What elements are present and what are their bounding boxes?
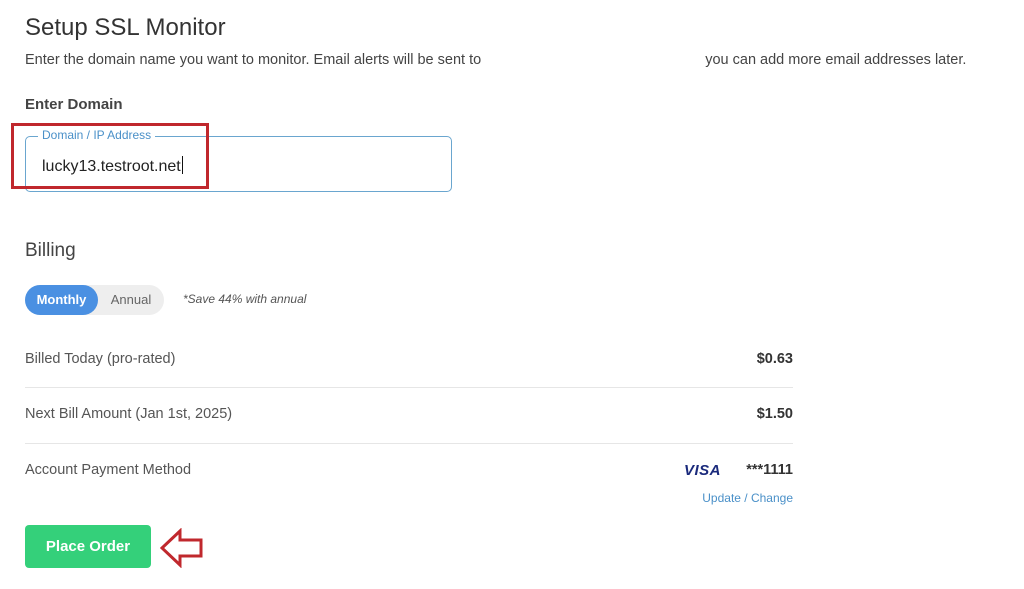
update-payment-link[interactable]: Update / Change: [702, 491, 793, 505]
next-bill-label: Next Bill Amount (Jan 1st, 2025): [25, 406, 233, 422]
intro-text-before: Enter the domain name you want to monito…: [25, 52, 482, 68]
billing-heading: Billing: [25, 240, 76, 261]
card-last-digits: ***1111: [746, 462, 793, 478]
save-note: *Save 44% with annual: [183, 292, 307, 306]
toggle-annual[interactable]: Annual: [98, 285, 164, 315]
left-arrow-icon: [160, 528, 203, 568]
intro-text-after: you can add more email addresses later.: [705, 52, 967, 68]
place-order-button[interactable]: Place Order: [25, 525, 151, 568]
visa-logo: VISA: [683, 462, 721, 479]
intro-text: Enter the domain name you want to monito…: [25, 52, 966, 68]
next-bill-value: $1.50: [756, 406, 793, 422]
divider: [25, 443, 793, 444]
annotation-highlight-box: [11, 123, 209, 189]
payment-method-label: Account Payment Method: [25, 462, 192, 478]
toggle-monthly[interactable]: Monthly: [25, 285, 98, 315]
billing-period-toggle: Monthly Annual: [25, 285, 164, 315]
redacted-email: [485, 53, 702, 68]
page-title: Setup SSL Monitor: [25, 14, 226, 41]
enter-domain-label: Enter Domain: [25, 96, 123, 113]
billed-today-label: Billed Today (pro-rated): [25, 351, 176, 367]
billed-today-value: $0.63: [756, 351, 793, 367]
divider: [25, 387, 793, 388]
